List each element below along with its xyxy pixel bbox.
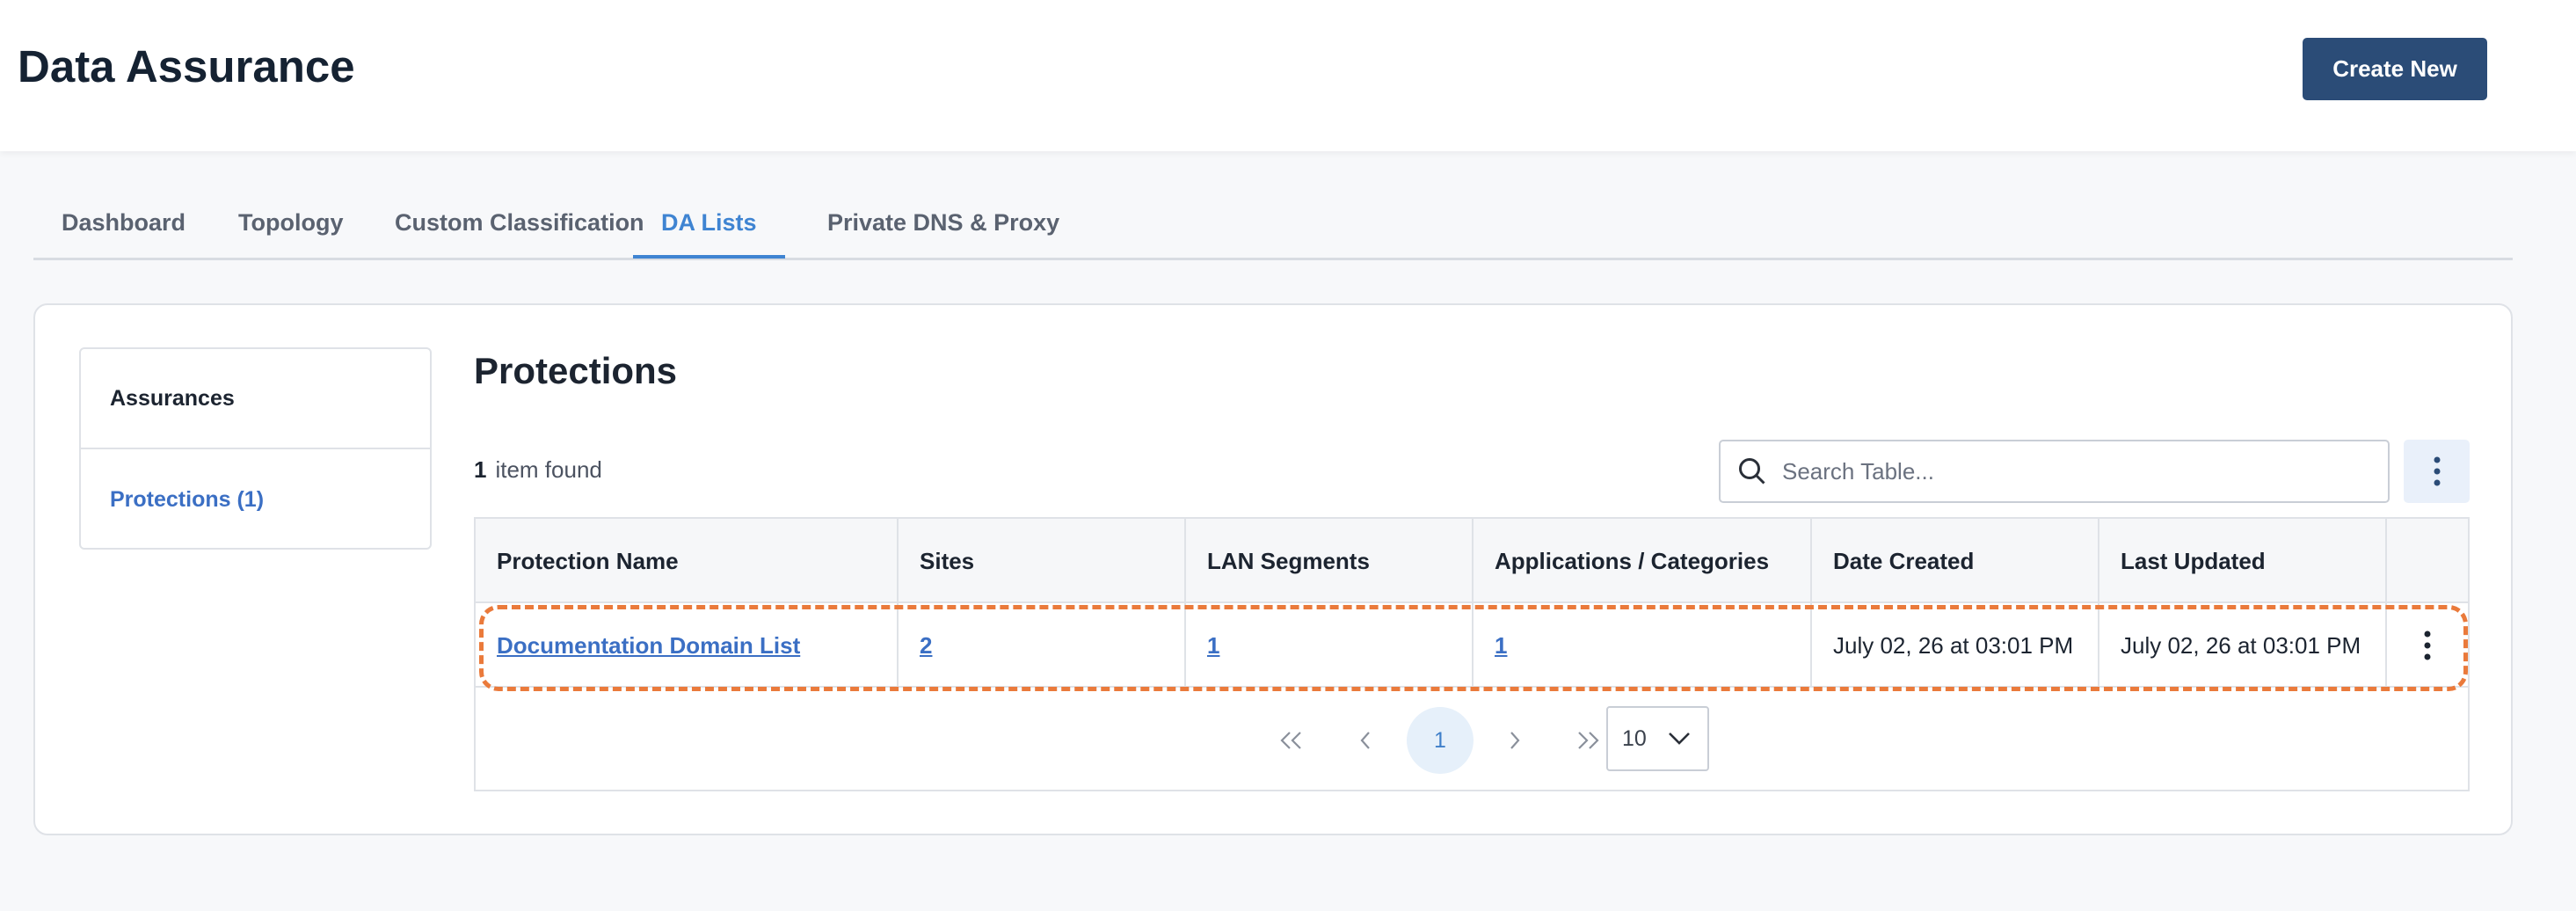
section-title: Protections [474, 350, 678, 391]
last-updated-cell: July 02, 26 at 03:01 PM [2099, 603, 2387, 688]
column-header-lan-segments[interactable]: LAN Segments [1186, 519, 1474, 603]
page-size-value: 10 [1622, 725, 1647, 751]
create-new-button[interactable]: Create New [2303, 38, 2487, 100]
chevron-down-icon [1669, 732, 1690, 745]
protection-name-link[interactable]: Documentation Domain List [497, 632, 800, 660]
search-icon [1739, 458, 1765, 485]
sidenav-item-assurances[interactable]: Assurances [81, 349, 430, 449]
previous-page-button[interactable] [1332, 707, 1399, 774]
da-lists-sidenav: Assurances Protections (1) [79, 347, 432, 550]
tab-dashboard[interactable]: Dashboard [62, 209, 186, 259]
column-header-date-created[interactable]: Date Created [1812, 519, 2099, 603]
more-vertical-icon [2424, 630, 2431, 660]
chevrons-right-icon [1578, 732, 1599, 749]
more-vertical-icon [2434, 456, 2440, 486]
tab-da-lists[interactable]: DA Lists [633, 209, 785, 259]
tab-bar: Dashboard Topology Custom Classification… [33, 192, 2513, 260]
tab-custom-classification[interactable]: Custom Classification [395, 209, 644, 259]
column-header-applications[interactable]: Applications / Categories [1474, 519, 1812, 603]
lan-segments-link[interactable]: 1 [1207, 632, 1219, 660]
table-header: Protection Name Sites LAN Segments Appli… [476, 519, 2468, 603]
table-options-button[interactable] [2404, 440, 2470, 503]
tab-topology[interactable]: Topology [238, 209, 343, 259]
chevron-left-icon [1360, 732, 1370, 749]
applications-link[interactable]: 1 [1495, 632, 1507, 660]
content-card: Assurances Protections (1) Protections 1… [33, 303, 2513, 835]
pagination: 1 10 [476, 688, 2468, 790]
search-box [1719, 440, 2390, 503]
column-header-protection-name[interactable]: Protection Name [476, 519, 899, 603]
tab-private-dns-proxy[interactable]: Private DNS & Proxy [827, 209, 1059, 259]
page-size-select[interactable]: 10 [1606, 706, 1709, 771]
column-header-actions [2387, 519, 2468, 603]
next-page-button[interactable] [1481, 707, 1548, 774]
result-count: 1 item found [474, 456, 602, 484]
chevron-right-icon [1510, 732, 1520, 749]
page-number-current[interactable]: 1 [1407, 707, 1474, 774]
search-input[interactable] [1782, 457, 2345, 485]
table-row[interactable]: Documentation Domain List 2 1 1 July 02,… [476, 603, 2468, 688]
date-created-cell: July 02, 26 at 03:01 PM [1812, 603, 2099, 688]
chevrons-left-icon [1280, 732, 1301, 749]
protections-table: Protection Name Sites LAN Segments Appli… [474, 517, 2470, 791]
first-page-button[interactable] [1258, 707, 1325, 774]
result-count-text: item found [495, 456, 602, 483]
column-header-sites[interactable]: Sites [899, 519, 1186, 603]
sidenav-item-protections[interactable]: Protections (1) [81, 449, 430, 550]
result-count-number: 1 [474, 456, 487, 483]
page-title: Data Assurance [18, 41, 355, 91]
row-actions-button[interactable] [2387, 603, 2468, 688]
sites-link[interactable]: 2 [920, 632, 932, 660]
page-header: Data Assurance Create New [0, 0, 2576, 151]
column-header-last-updated[interactable]: Last Updated [2099, 519, 2387, 603]
